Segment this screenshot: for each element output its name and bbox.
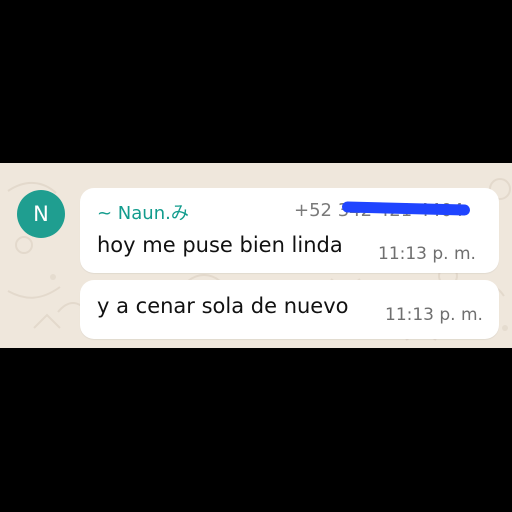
message-time-1: 11:13 p. m.: [378, 244, 476, 264]
avatar[interactable]: N: [17, 190, 65, 238]
message-text-1: hoy me puse bien linda: [97, 233, 343, 257]
message-bubble-2[interactable]: y a cenar sola de nuevo 11:13 p. m.: [80, 280, 499, 339]
message-time-2: 11:13 p. m.: [385, 305, 483, 325]
screenshot-frame: N ~ Naun.み +52 342 421 4404 hoy me puse …: [0, 0, 512, 512]
chat-conversation: N ~ Naun.み +52 342 421 4404 hoy me puse …: [0, 163, 512, 348]
sender-name[interactable]: ~ Naun.み: [97, 199, 189, 225]
message-text-2: y a cenar sola de nuevo: [97, 294, 349, 318]
message-bubble-1[interactable]: ~ Naun.み +52 342 421 4404 hoy me puse bi…: [80, 188, 499, 273]
